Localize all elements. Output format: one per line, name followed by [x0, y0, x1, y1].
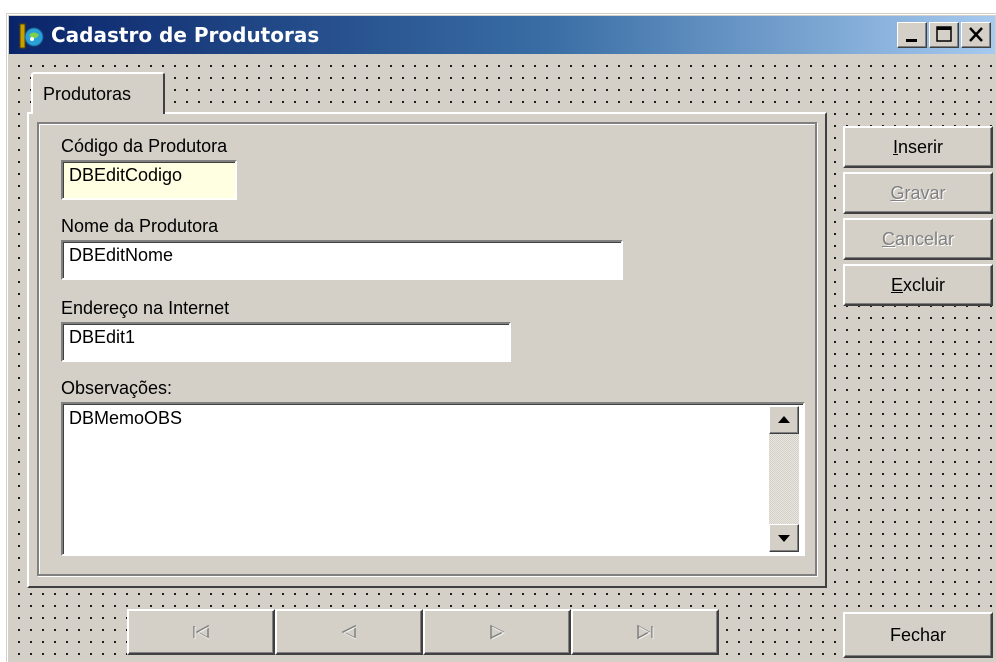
first-record-icon [193, 624, 210, 640]
codigo-field[interactable]: DBEditCodigo [61, 160, 237, 200]
window-title: Cadastro de Produtoras [51, 23, 320, 47]
observacoes-memo[interactable]: DBMemoOBS [61, 402, 805, 556]
minimize-icon [906, 39, 917, 42]
inserir-label: nserir [898, 137, 944, 157]
endereco-field[interactable]: DBEdit1 [61, 322, 511, 362]
app-icon [19, 23, 44, 49]
close-icon [969, 27, 983, 42]
fechar-button[interactable]: Fechar [843, 612, 993, 658]
excluir-label: xcluir [903, 275, 946, 295]
excluir-accel: E [890, 275, 903, 295]
main-window: Cadastro de Produtoras Produtoras Código… [6, 13, 996, 662]
maximize-icon [936, 26, 952, 42]
title-bar[interactable]: Cadastro de Produtoras [9, 16, 995, 54]
nav-prior-button[interactable] [275, 609, 423, 655]
maximize-button[interactable] [929, 22, 959, 48]
gravar-label: ravar [904, 183, 946, 203]
tab-label: Produtoras [43, 84, 132, 104]
cancelar-button[interactable]: Cancelar [843, 218, 993, 260]
form-client-area: Produtoras Código da Produtora DBEditCod… [9, 56, 995, 662]
tab-produtoras[interactable]: Produtoras [31, 72, 165, 114]
minimize-button[interactable] [897, 22, 927, 48]
observacoes-label: Observações: [61, 378, 173, 398]
fechar-label: Fechar [889, 625, 947, 645]
nav-next-button[interactable] [423, 609, 571, 655]
memo-scrollbar[interactable] [769, 406, 799, 552]
cancelar-accel: C [881, 229, 895, 249]
nome-field[interactable]: DBEditNome [61, 240, 623, 280]
close-button[interactable] [961, 22, 991, 48]
tab-panel-produtoras: Código da Produtora DBEditCodigo Nome da… [27, 112, 827, 588]
nome-label: Nome da Produtora [61, 216, 219, 236]
scroll-down-icon [778, 535, 790, 542]
prior-record-icon [341, 624, 357, 640]
nav-first-button[interactable] [127, 609, 275, 655]
group-frame: Código da Produtora DBEditCodigo Nome da… [37, 122, 817, 576]
scroll-up-icon [778, 416, 790, 423]
excluir-button[interactable]: Excluir [843, 264, 993, 306]
memo-text: DBMemoOBS [69, 408, 183, 428]
inserir-button[interactable]: Inserir [843, 126, 993, 168]
nav-last-button[interactable] [571, 609, 719, 655]
cancelar-label: ancelar [894, 229, 955, 249]
codigo-label: Código da Produtora [61, 136, 228, 156]
scroll-up-button[interactable] [769, 406, 799, 434]
scroll-down-button[interactable] [769, 524, 799, 552]
endereco-label: Endereço na Internet [61, 298, 230, 318]
last-record-icon [637, 624, 654, 640]
gravar-button[interactable]: Gravar [843, 172, 993, 214]
gravar-accel: G [890, 183, 905, 203]
next-record-icon [490, 624, 506, 640]
